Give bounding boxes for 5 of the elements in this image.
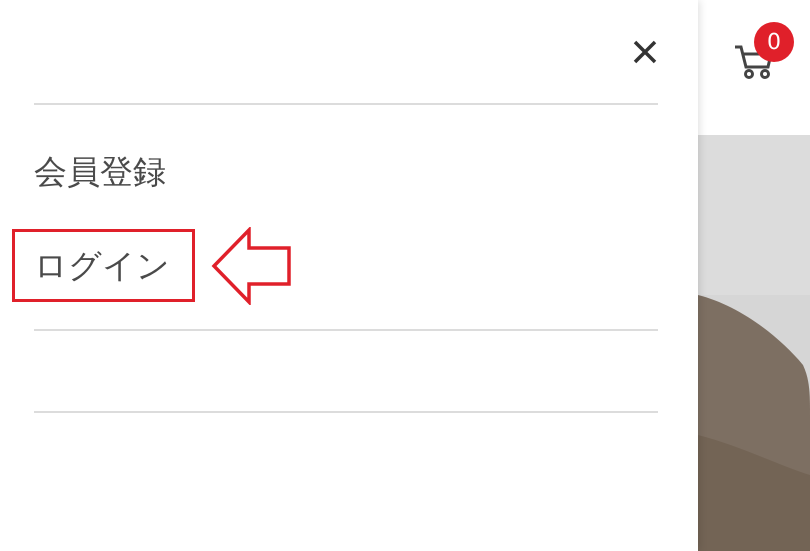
close-icon[interactable] xyxy=(632,38,658,64)
menu-item[interactable]: 会員登録 xyxy=(12,135,191,209)
arrow-icon xyxy=(211,226,293,305)
cart-count-badge: 0 xyxy=(754,22,794,62)
menu-item[interactable]: ログイン xyxy=(12,228,195,302)
